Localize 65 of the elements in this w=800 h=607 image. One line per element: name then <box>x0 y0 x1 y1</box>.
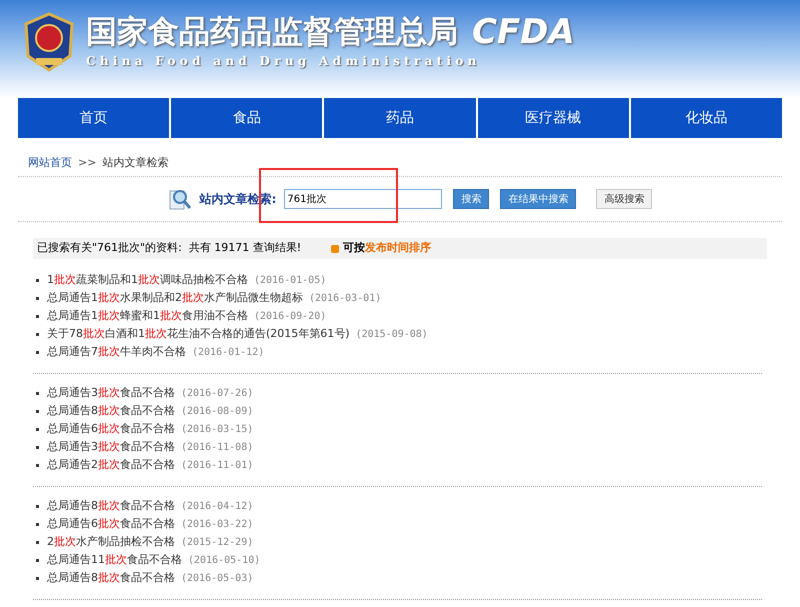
breadcrumb-current: 站内文章检索 <box>102 154 168 171</box>
magnifier-icon <box>168 187 192 211</box>
result-date: (2016-01-12) <box>192 346 264 360</box>
search-button[interactable]: 搜索 <box>453 189 490 209</box>
result-link[interactable]: 总局通告6批次食品不合格 <box>47 420 175 438</box>
result-link[interactable]: 1批次蔬菜制品和1批次调味品抽检不合格 <box>47 272 248 288</box>
result-date: (2016-08-09) <box>181 404 254 418</box>
cfda-logo: CFDA <box>472 12 575 52</box>
bullet-icon <box>36 558 39 562</box>
nav-tab[interactable]: 食品 <box>171 98 322 138</box>
result-date: (2016-05-10) <box>188 554 260 568</box>
result-date: (2016-03-22) <box>181 518 254 532</box>
bullet-icon <box>36 522 39 526</box>
result-link[interactable]: 总局通告7批次牛羊肉不合格 <box>47 344 186 360</box>
bullet-icon <box>331 244 340 252</box>
bullet-icon <box>36 350 39 354</box>
result-date: (2016-11-01) <box>181 458 254 472</box>
result-date: (2016-07-26) <box>181 386 254 400</box>
site-title: 国家食品药品监督管理总局 <box>86 13 458 52</box>
bullet-icon <box>36 410 39 412</box>
site-subtitle: China Food and Drug Administration <box>86 53 482 70</box>
result-link[interactable]: 关于78批次白酒和1批次花生油不合格的通告(2015年第61号) <box>47 326 350 342</box>
result-date: (2016-03-01) <box>309 292 382 306</box>
result-date: (2016-05-03) <box>181 572 254 586</box>
result-date: (2015-12-29) <box>181 536 254 550</box>
result-link[interactable]: 总局通告3批次食品不合格 <box>47 438 175 456</box>
bullet-icon <box>36 314 39 318</box>
search-button[interactable]: 在结果中搜索 <box>500 189 576 209</box>
result-date: (2016-11-08) <box>181 440 254 454</box>
bullet-icon <box>36 428 39 430</box>
nav-tab[interactable]: 药品 <box>324 98 476 138</box>
result-link[interactable]: 总局通告8批次食品不合格 <box>47 498 175 514</box>
summary-text: 已搜索有关"761批次"的资料: 共有 19171 查询结果! <box>37 240 302 256</box>
result-link[interactable]: 总局通告1批次水果制品和2批次水产制品微生物超标 <box>47 290 303 306</box>
result-date: (2016-01-05) <box>254 274 326 288</box>
result-link[interactable]: 总局通告3批次食品不合格 <box>47 384 175 402</box>
breadcrumb-separator: >> <box>78 154 96 171</box>
nav-tab[interactable]: 化妆品 <box>630 98 782 138</box>
result-link[interactable]: 总局通告8批次食品不合格 <box>47 402 175 420</box>
breadcrumb-link[interactable]: 网站首页 <box>28 154 72 172</box>
result-date: (2016-03-15) <box>181 422 254 436</box>
bullet-icon <box>36 446 39 448</box>
search-button[interactable]: 高级搜索 <box>596 189 652 209</box>
search-field[interactable]: 761批次 <box>284 189 442 209</box>
bullet-icon <box>36 504 39 508</box>
sort-prefix: 可按 <box>343 240 366 256</box>
bullet-icon <box>36 392 39 394</box>
nav-tab[interactable]: 医疗器械 <box>478 98 629 138</box>
bullet-icon <box>36 296 39 300</box>
emblem-icon <box>22 12 76 72</box>
bullet-icon <box>36 464 39 466</box>
result-link[interactable]: 总局通告6批次食品不合格 <box>47 516 175 532</box>
result-date: (2016-09-20) <box>254 310 326 324</box>
result-link[interactable]: 总局通告2批次食品不合格 <box>47 456 175 474</box>
nav-tab[interactable]: 首页 <box>18 98 170 138</box>
bullet-icon <box>36 332 39 336</box>
bullet-icon <box>36 576 39 580</box>
result-link[interactable]: 总局通告11批次食品不合格 <box>47 552 182 568</box>
result-link[interactable]: 2批次水产制品抽检不合格 <box>47 534 175 550</box>
bullet-icon <box>36 278 39 282</box>
result-date: (2016-04-12) <box>181 500 254 514</box>
result-date: (2015-09-08) <box>356 328 428 342</box>
result-link[interactable]: 总局通告8批次食品不合格 <box>47 570 175 586</box>
result-link[interactable]: 总局通告1批次蜂蜜和1批次食用油不合格 <box>47 308 248 324</box>
bullet-icon <box>36 540 39 544</box>
